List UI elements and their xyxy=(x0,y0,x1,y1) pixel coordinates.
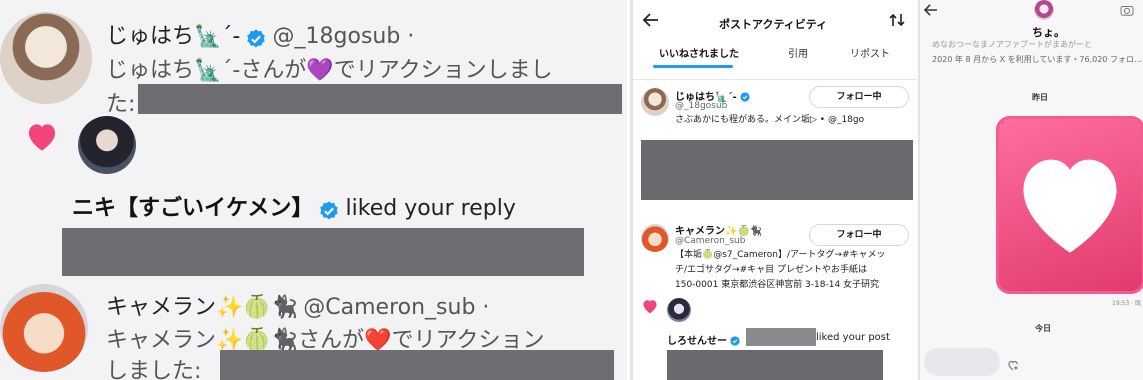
avatar-juhachi[interactable] xyxy=(0,12,92,104)
date-divider-today: 今日 xyxy=(1035,324,1051,333)
post-activity-panel: ポストアクティビティ いいねされました 引用 リポスト じゅはち🗽´- @_18… xyxy=(630,0,917,380)
dm-conversation-panel: ちょ。 めなおつーなまノアファブートがまあがーと 2020 年 8 月から X … xyxy=(918,0,1143,380)
row2-name[interactable]: ニキ【すごいイケメン】 xyxy=(72,196,313,221)
verified-badge-icon xyxy=(247,28,266,47)
heart-icon xyxy=(28,124,56,151)
camera-icon[interactable] xyxy=(1120,4,1134,16)
row1-handle[interactable]: @_18gosub · xyxy=(273,24,415,49)
heart-icon xyxy=(1023,159,1117,253)
row3-handle[interactable]: @Cameron_sub · xyxy=(303,295,489,320)
row2-header: ニキ【すごいイケメン】 liked your reply xyxy=(72,190,516,222)
notifications-panel: じゅはち🗽´- @_18gosub · じゅはち🗽´-さんが💜でリアクションしま… xyxy=(0,0,627,380)
user-bio: さぶあかにも程がある。メイン垢▷ • @_18go xyxy=(675,115,865,125)
following-button[interactable]: フォロー中 xyxy=(809,224,909,246)
redacted-reply-preview xyxy=(62,228,584,276)
user-bio-line: チ/エゴサタグ→#キャ目 プレゼントやお手紙は xyxy=(675,265,867,275)
verified-badge-icon xyxy=(740,92,750,102)
row1-header: じゅはち🗽´- @_18gosub · xyxy=(106,18,414,50)
conversation-avatar[interactable] xyxy=(1034,0,1054,20)
message-timestamp: 19:53 · 既 xyxy=(1112,300,1142,307)
notification-user[interactable]: しろせんせー xyxy=(667,332,741,347)
row1-name[interactable]: じゅはち🗽´- xyxy=(106,24,240,49)
page-title: ポストアクティビティ xyxy=(719,18,828,31)
user-bio-line: 150-0001 東京都渋谷区神宮前 3-18-14 女子研究 xyxy=(675,280,880,290)
redacted-post xyxy=(667,350,883,380)
user-handle[interactable]: @Cameron_sub xyxy=(675,236,745,246)
verified-badge-icon xyxy=(320,200,339,219)
user-avatar[interactable] xyxy=(641,88,669,116)
date-divider-yesterday: 昨日 xyxy=(1032,93,1048,102)
user-name[interactable]: キャメラン✨🍈🐈‍⬛ xyxy=(675,222,762,237)
redacted-content xyxy=(641,140,913,200)
redacted-post-preview-2 xyxy=(220,350,614,380)
following-button[interactable]: フォロー中 xyxy=(809,86,909,108)
row3-reaction-line2: しました: xyxy=(106,359,202,380)
active-tab-indicator xyxy=(653,65,733,68)
user-bio-line: 【本垢🍈@s7_Cameron】/アートタグ→#キャメッ xyxy=(675,250,886,260)
verified-badge-icon xyxy=(730,336,741,346)
notification-action: liked your post xyxy=(816,332,890,343)
row3-name[interactable]: キャメラン✨🍈🐈‍⬛ xyxy=(106,295,298,320)
sort-icon[interactable] xyxy=(889,13,905,27)
heart-sticker-image[interactable] xyxy=(996,116,1143,294)
row3-header: キャメラン✨🍈🐈‍⬛ @Cameron_sub · xyxy=(106,289,489,321)
avatar-cameron[interactable] xyxy=(0,284,88,372)
tab-liked[interactable]: いいねされました xyxy=(659,45,739,60)
row1-reaction-line1: じゅはち🗽´-さんが💜でリアクションしまし xyxy=(106,58,553,83)
arrow-left-icon[interactable] xyxy=(924,4,938,16)
avatar-niki[interactable] xyxy=(78,116,136,174)
arrow-left-icon[interactable] xyxy=(643,13,659,27)
profile-meta: 2020 年 8 月から X を利用しています・76,020 フォロ… xyxy=(932,55,1142,64)
user-avatar[interactable] xyxy=(641,224,669,252)
redacted-name xyxy=(746,328,816,346)
tab-quote[interactable]: 引用 xyxy=(788,45,808,60)
user-handle[interactable]: @_18gosub xyxy=(675,101,727,111)
row1-reaction-line2: た: xyxy=(106,92,136,117)
profile-partial-line: めなおつーなまノアファブートがまあがーと xyxy=(932,40,1092,49)
incoming-message-bubble[interactable] xyxy=(924,348,1000,376)
heart-icon xyxy=(643,300,657,314)
add-reaction-icon[interactable] xyxy=(1006,358,1020,372)
row2-action: liked your reply xyxy=(345,196,516,221)
user-avatar[interactable] xyxy=(667,298,691,322)
post-activity-header: ポストアクティビティ いいねされました 引用 リポスト xyxy=(633,0,917,80)
conversation-name[interactable]: ちょ。 xyxy=(1032,24,1065,40)
redacted-post-preview xyxy=(138,84,622,114)
tab-repost[interactable]: リポスト xyxy=(850,45,890,60)
